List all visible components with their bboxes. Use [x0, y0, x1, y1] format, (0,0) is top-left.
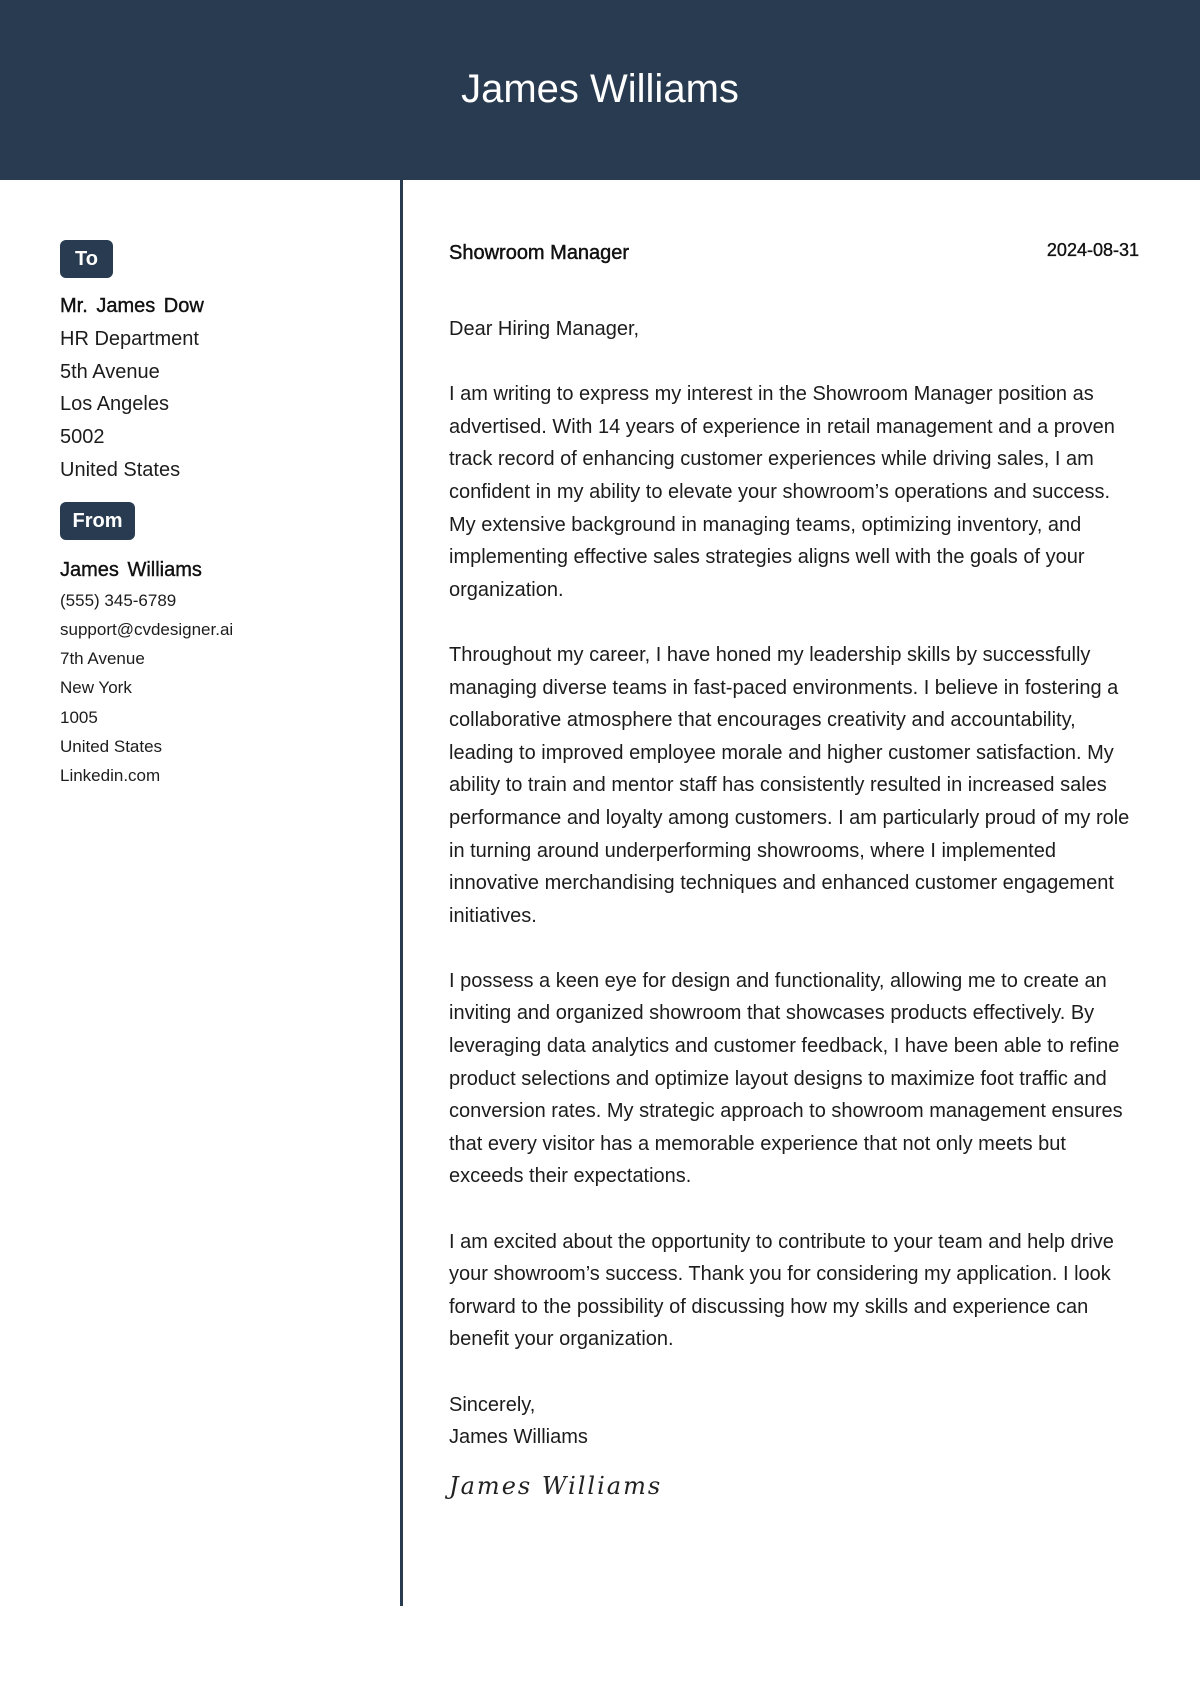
- page-header: James Williams: [0, 0, 1200, 180]
- sidebar: To Mr. James Dow HR Department 5th Avenu…: [60, 240, 380, 791]
- handwritten-signature: James Williams: [449, 1471, 663, 1500]
- sender-postcode: 1005: [60, 707, 98, 727]
- recipient-address: HR Department 5th Avenue Los Angeles 500…: [60, 323, 380, 487]
- applicant-name-title: James Williams: [461, 66, 739, 111]
- recipient-country: United States: [60, 458, 181, 481]
- sender-street: 7th Avenue: [60, 649, 145, 669]
- sender-name: James Williams: [60, 558, 202, 581]
- sender-phone: (555) 345-6789: [60, 590, 177, 610]
- sender-email: support@cvdesigner.ai: [60, 619, 234, 639]
- to-badge: To: [60, 240, 113, 278]
- closing-phrase: Sincerely,: [449, 1393, 536, 1416]
- sender-country: United States: [60, 737, 163, 756]
- recipient-city: Los Angeles: [60, 393, 169, 416]
- recipient-section: To Mr. James Dow HR Department 5th Avenu…: [60, 240, 380, 487]
- recipient-department: HR Department: [60, 328, 199, 350]
- column-divider: [400, 180, 403, 1606]
- greeting: Dear Hiring Manager,: [449, 318, 640, 340]
- recipient-street: 5th Avenue: [60, 360, 160, 383]
- sender-contact: (555) 345-6789 support@cvdesigner.ai 7th…: [60, 586, 380, 791]
- job-title: Showroom Manager: [449, 242, 630, 264]
- paragraph-4: I am excited about the opportunity to co…: [449, 1230, 1114, 1351]
- letter-date: 2024-08-31: [1046, 240, 1139, 260]
- recipient-name: Mr. James Dow: [60, 295, 204, 317]
- sender-city: New York: [60, 678, 132, 698]
- sender-section: From James Williams (555) 345-6789 suppo…: [60, 501, 380, 791]
- paragraph-3: I possess a keen eye for design and func…: [449, 969, 1123, 1188]
- letter-body: Showroom Manager 2024-08-31 Dear Hiring …: [449, 240, 1139, 1500]
- from-badge: From: [60, 501, 135, 540]
- recipient-postcode: 5002: [60, 426, 105, 449]
- paragraph-2: Throughout my career, I have honed my le…: [449, 643, 1130, 927]
- paragraph-1: I am writing to express my interest in t…: [449, 383, 1115, 601]
- closing-block: Sincerely, James Williams: [449, 1389, 1139, 1454]
- sender-linkedin: Linkedin.com: [60, 766, 161, 786]
- signer-name: James Williams: [449, 1426, 588, 1449]
- letter-heading: Showroom Manager 2024-08-31: [449, 240, 1139, 265]
